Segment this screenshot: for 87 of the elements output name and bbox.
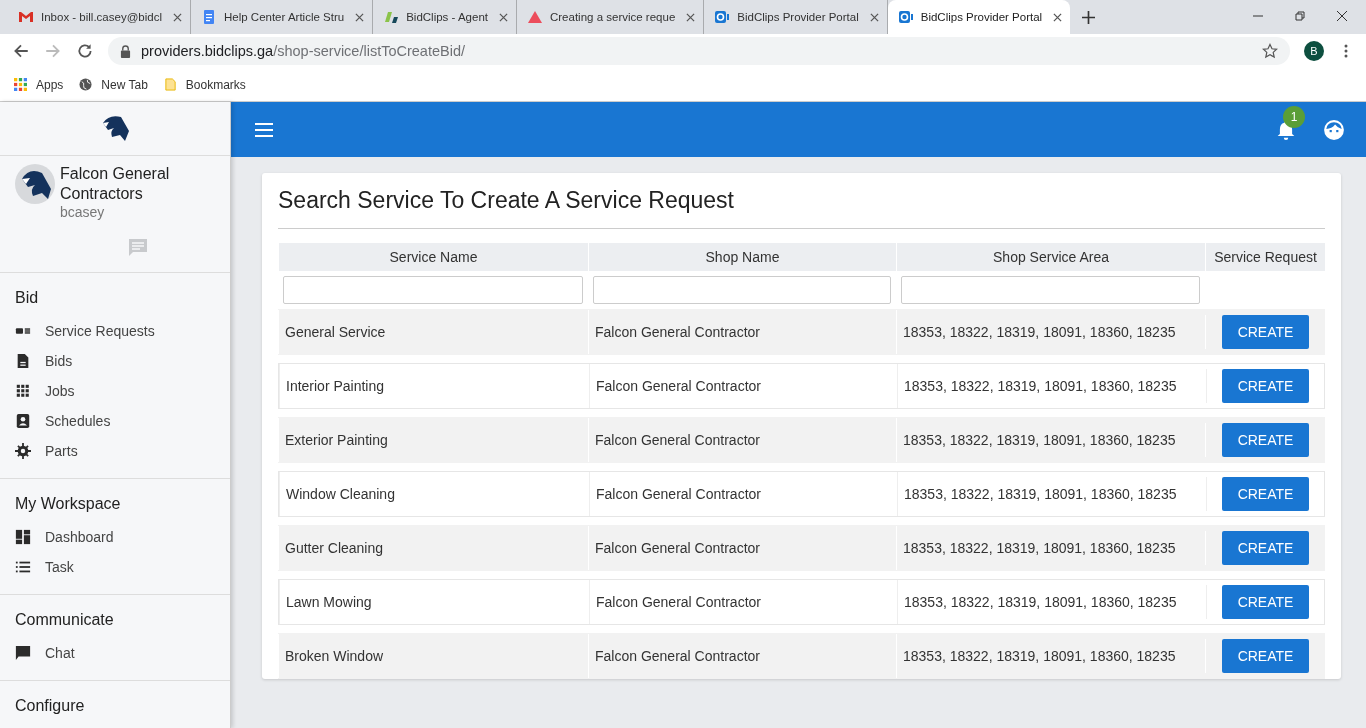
column-header: Shop Name (588, 243, 896, 271)
table-cell: 18353, 18322, 18319, 18091, 18360, 18235 (897, 580, 1206, 624)
table-cell: 18353, 18322, 18319, 18091, 18360, 18235 (897, 472, 1206, 516)
profile-avatar[interactable]: B (1304, 41, 1324, 61)
table-cell: 18353, 18322, 18319, 18091, 18360, 18235 (896, 634, 1205, 678)
section-heading: My Workspace (15, 495, 122, 513)
section-heading: Bid (15, 289, 40, 307)
close-icon[interactable] (173, 12, 182, 22)
back-icon[interactable] (12, 42, 30, 60)
menu-icon[interactable] (255, 122, 273, 137)
sidebar-item[interactable]: Chat (15, 638, 215, 668)
table-cell: Falcon General Contractor (588, 634, 896, 678)
table-cell: Falcon General Contractor (588, 526, 896, 570)
chat-icon (15, 645, 31, 661)
table-cell: Falcon General Contractor (589, 580, 897, 624)
reload-icon[interactable] (76, 42, 94, 60)
bookmark[interactable]: Bookmarks (163, 77, 246, 92)
page-title: Search Service To Create A Service Request (278, 187, 1325, 229)
contact-icon (15, 413, 31, 429)
table-cell: 18353, 18322, 18319, 18091, 18360, 18235 (896, 310, 1205, 354)
sidebar-item[interactable]: Service Requests (15, 316, 215, 346)
create-button[interactable]: CREATE (1221, 531, 1310, 565)
table-cell: Falcon General Contractor (588, 310, 896, 354)
mail-icon (18, 9, 34, 25)
apps-grid-icon (14, 78, 27, 91)
menu-icon[interactable] (1344, 43, 1348, 59)
dashboard-icon (15, 529, 31, 545)
bookmark[interactable]: New Tab (79, 77, 148, 92)
table-cell: 18353, 18322, 18319, 18091, 18360, 18235 (897, 364, 1206, 408)
create-button[interactable]: CREATE (1221, 477, 1310, 511)
filter-field[interactable] (593, 276, 891, 304)
table-cell: 18353, 18322, 18319, 18091, 18360, 18235 (896, 526, 1205, 570)
close-icon[interactable] (1053, 12, 1063, 22)
document-icon (201, 9, 217, 25)
company-name: Falcon General Contractors (60, 164, 171, 204)
create-button[interactable]: CREATE (1221, 639, 1310, 673)
table-cell: Falcon General Contractor (589, 472, 897, 516)
username: bcasey (60, 204, 106, 220)
section-heading: Configure (15, 697, 86, 715)
close-icon[interactable] (686, 12, 696, 22)
filter-field[interactable] (283, 276, 583, 304)
table-cell: Gutter Cleaning (278, 526, 588, 570)
create-button[interactable]: CREATE (1221, 423, 1310, 457)
grid-icon (15, 383, 31, 399)
restore-icon[interactable] (1294, 10, 1306, 22)
lock-icon (120, 44, 131, 58)
create-button[interactable]: CREATE (1221, 369, 1310, 403)
close-icon[interactable] (355, 12, 365, 22)
notification-badge: 1 (1283, 105, 1305, 128)
company-avatar (15, 164, 55, 204)
table-cell: 18353, 18322, 18319, 18091, 18360, 18235 (896, 418, 1205, 462)
filter-field[interactable] (901, 276, 1200, 304)
sidebar-item[interactable]: Bids (15, 346, 215, 376)
column-header: Service Name (278, 243, 588, 271)
settings-icon (15, 443, 31, 459)
sidebar-item[interactable]: Schedules (15, 406, 215, 436)
star-icon[interactable] (1262, 43, 1278, 59)
document-icon (15, 353, 31, 369)
user-avatar-icon[interactable] (1323, 118, 1345, 141)
table-cell: Interior Painting (279, 364, 589, 408)
close-icon[interactable] (1336, 10, 1348, 22)
sidebar-item[interactable]: Jobs (15, 376, 215, 406)
folder-icon (163, 78, 177, 91)
globe-icon (79, 78, 93, 91)
create-button[interactable]: CREATE (1221, 585, 1310, 619)
close-icon[interactable] (869, 12, 879, 22)
list-icon (15, 559, 31, 575)
address-field[interactable]: providers.bidclips.ga/shop-service/listToCreateBid/ (108, 37, 1290, 65)
table-cell: Falcon General Contractor (588, 418, 896, 462)
column-header: Service Request (1205, 243, 1325, 271)
table-cell: General Service (278, 310, 588, 354)
create-button[interactable]: CREATE (1221, 315, 1310, 349)
close-icon[interactable] (499, 12, 508, 22)
table-cell: Lawn Mowing (279, 580, 589, 624)
sidebar-item[interactable]: Task (15, 552, 215, 582)
sidebar-item[interactable]: Dashboard (15, 522, 215, 552)
bookmark[interactable]: Apps (14, 77, 64, 92)
column-header: Shop Service Area (896, 243, 1205, 271)
table-cell: Falcon General Contractor (589, 364, 897, 408)
new-tab-icon[interactable] (1082, 11, 1096, 24)
table-cell: Exterior Painting (278, 418, 588, 462)
sidebar-item[interactable]: Parts (15, 436, 215, 466)
table-cell: Broken Window (278, 634, 588, 678)
table-cell: Window Cleaning (279, 472, 589, 516)
section-heading: Communicate (15, 611, 115, 629)
triangle-icon (527, 9, 543, 25)
browser-tab[interactable]: BidClips Provider Portal (887, 0, 1071, 34)
